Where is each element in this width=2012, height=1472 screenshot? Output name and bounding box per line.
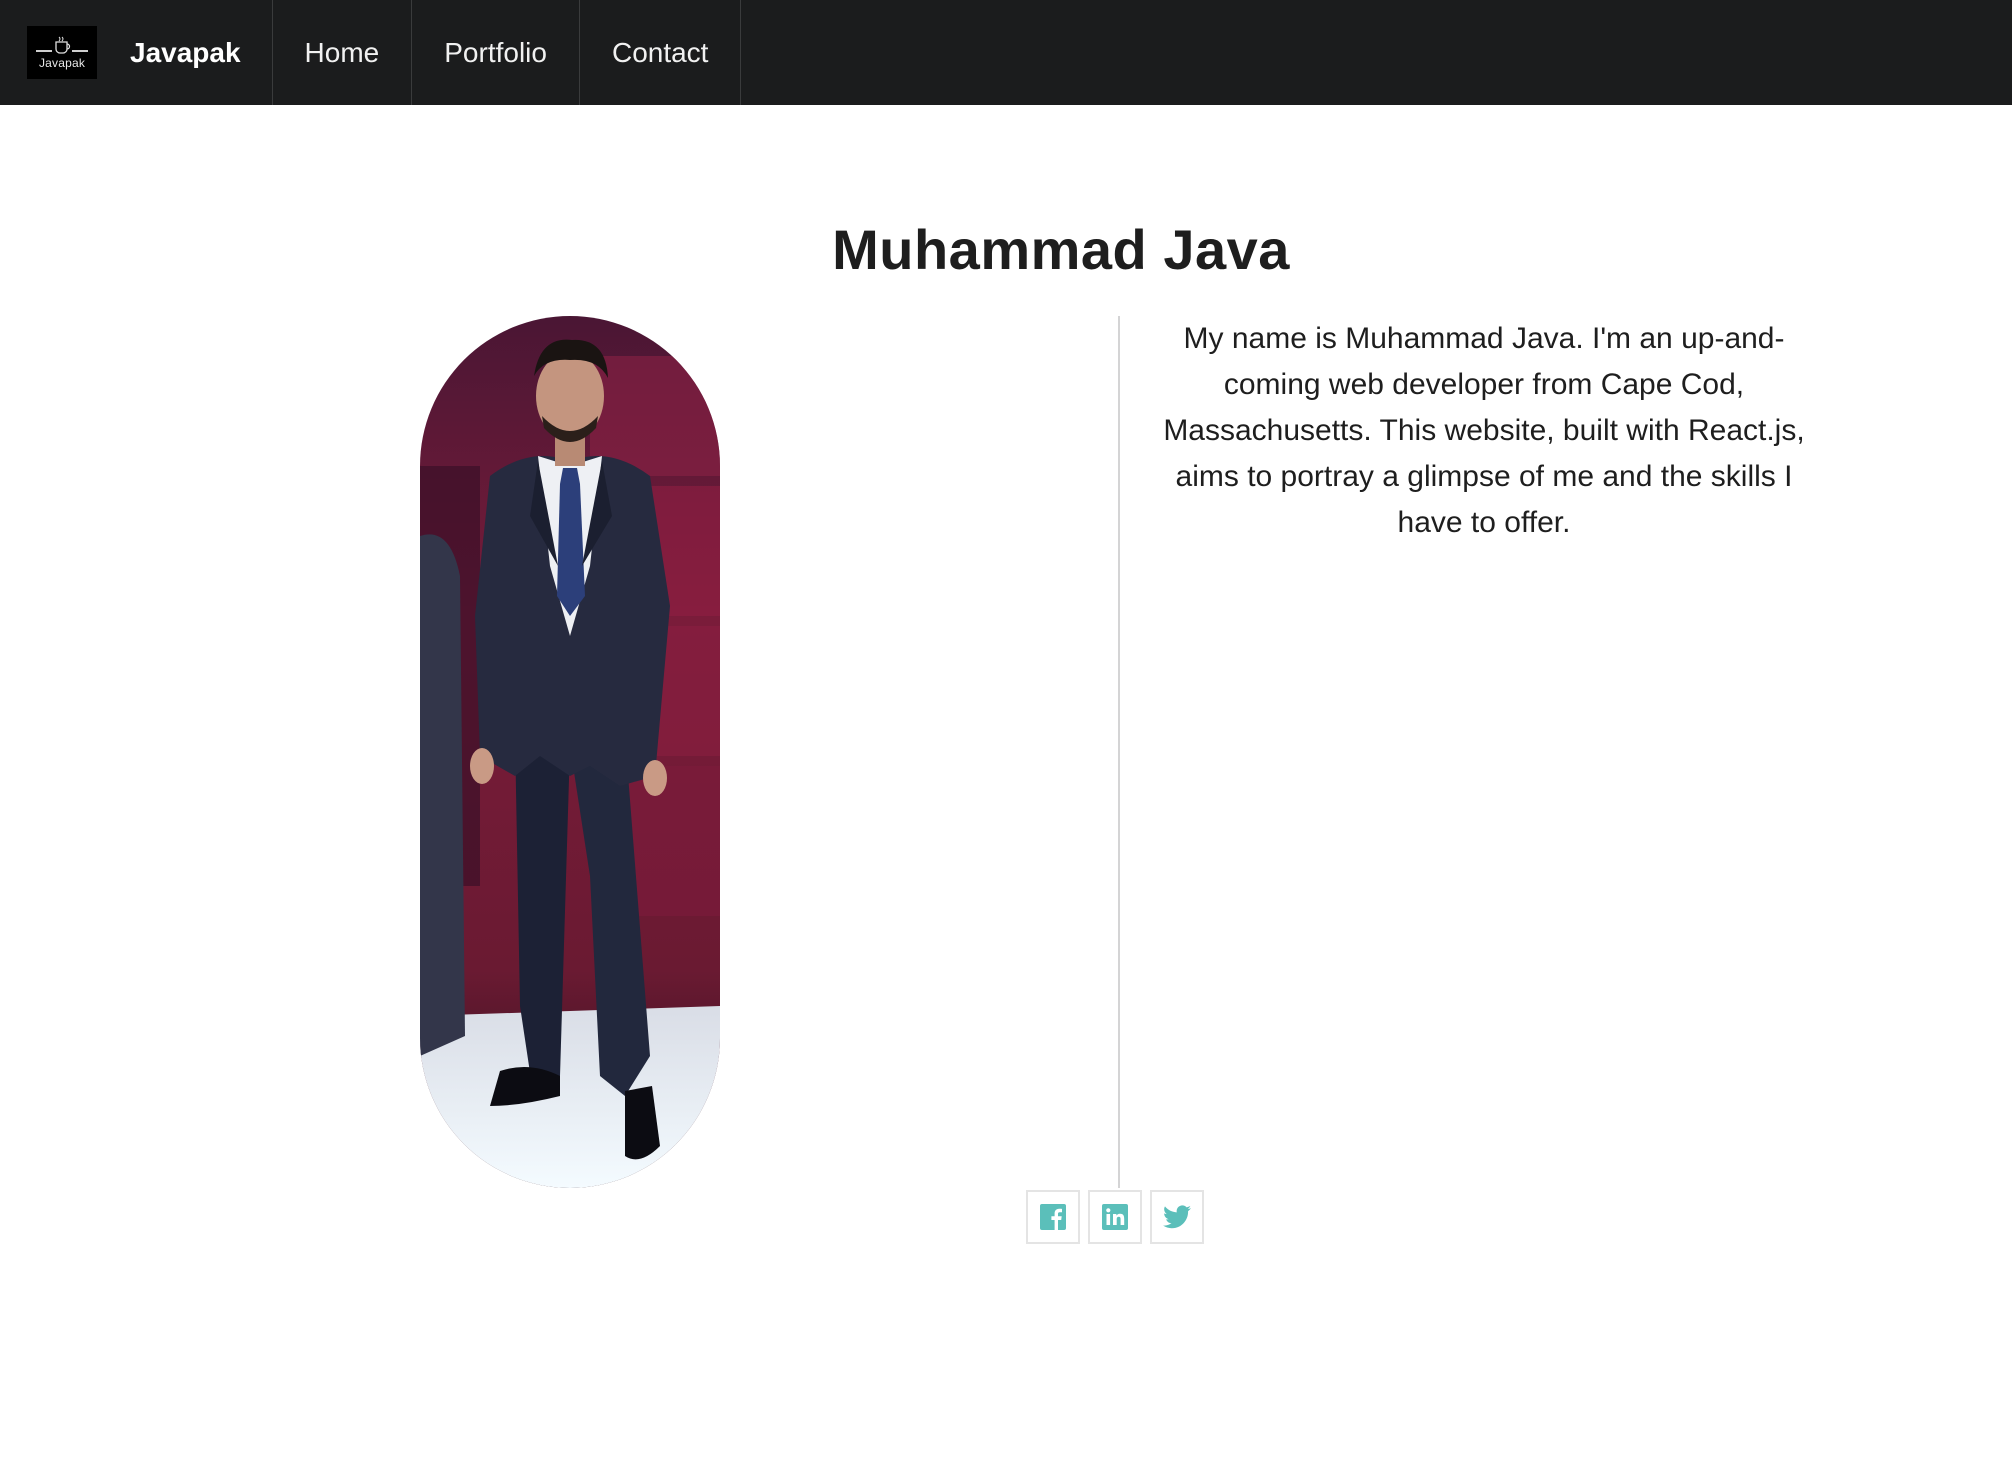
page-title: Muhammad Java [832,218,1290,281]
social-links [1026,1190,1204,1244]
bio-text: My name is Muhammad Java. I'm an up-and-… [1163,322,1805,539]
twitter-button[interactable] [1150,1190,1204,1244]
profile-photo [420,316,720,1188]
vertical-divider [1118,316,1120,1188]
nav-item-portfolio[interactable]: Portfolio [412,0,580,105]
person-portrait-icon [420,316,720,1188]
facebook-button[interactable] [1026,1190,1080,1244]
nav-item-contact[interactable]: Contact [580,0,742,105]
logo-text: Javapak [38,56,86,70]
brand-name: Javapak [130,36,241,68]
top-navbar: Javapak Javapak Home Portfolio Contact [0,0,2012,105]
twitter-icon [1163,1205,1191,1229]
linkedin-button[interactable] [1088,1190,1142,1244]
logo: Javapak [27,26,97,79]
linkedin-icon [1102,1204,1128,1230]
coffee-cup-icon [36,36,88,54]
facebook-icon [1040,1204,1066,1230]
brand-link[interactable]: Javapak Javapak [0,0,273,105]
nav-item-home[interactable]: Home [273,0,413,105]
